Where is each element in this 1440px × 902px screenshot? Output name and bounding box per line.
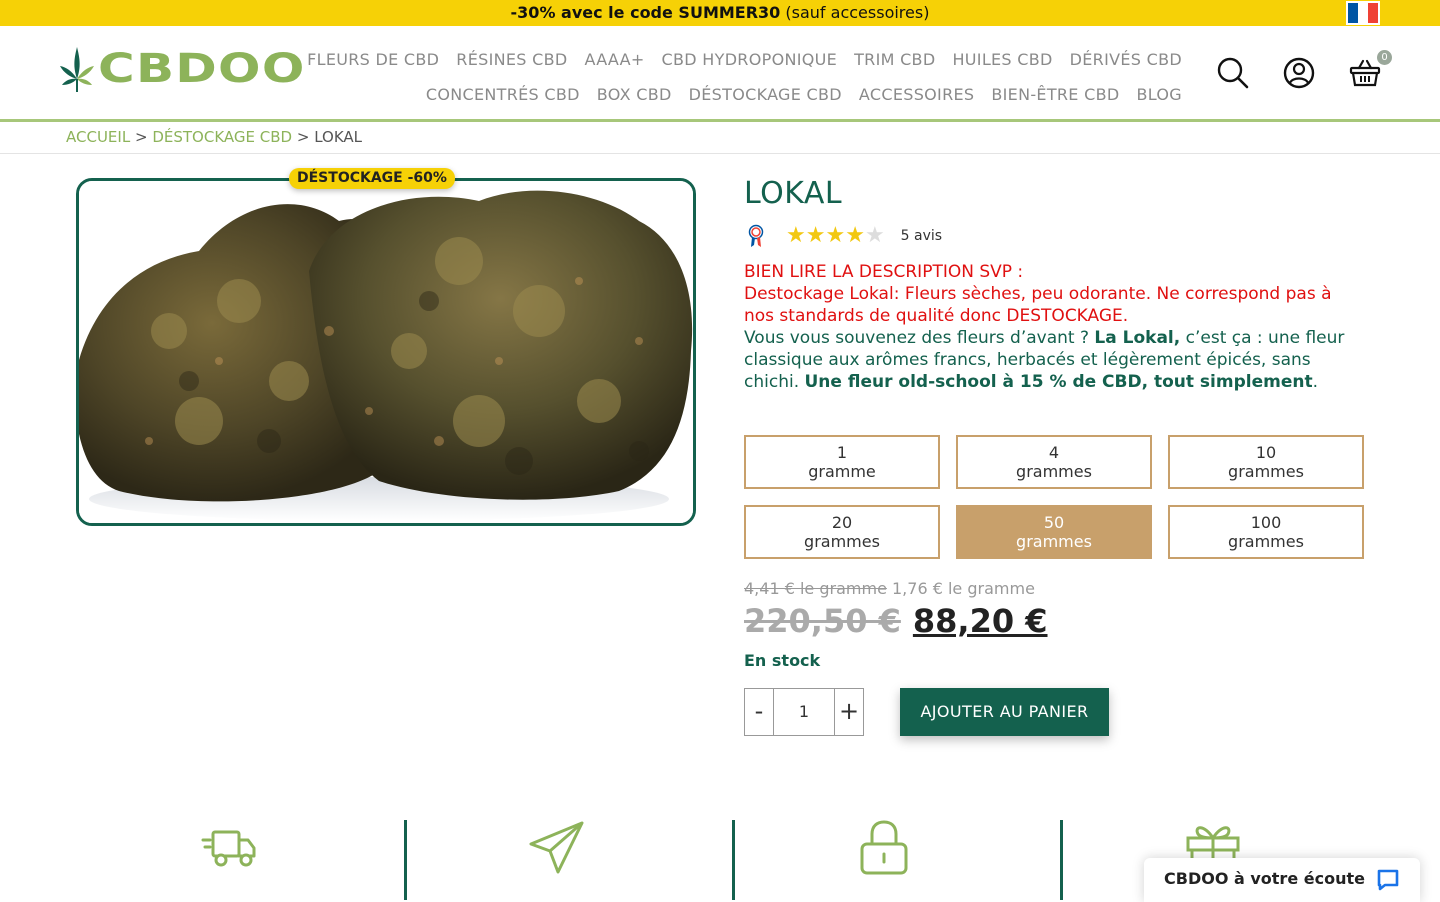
variant-quantity: 1 [836,443,848,462]
rating-row: ★ ★ ★ ★ ★ 5 avis [748,224,942,248]
feature-shipping [406,820,706,900]
site-logo[interactable]: CBDOO [60,44,304,94]
quantity-increase-button[interactable]: + [834,688,864,736]
nav-item-bien-être-cbd[interactable]: BIEN-ÊTRE CBD [991,85,1119,104]
logo-text: CBDOO [98,46,306,92]
nav-item-résines-cbd[interactable]: RÉSINES CBD [456,50,567,69]
variant-quantity: 100 [1250,513,1282,532]
cart-count-badge: 0 [1377,50,1392,65]
destockage-badge: DÉSTOCKAGE -60% [289,168,455,189]
chat-bubble-icon [1377,869,1399,891]
nav-item-trim-cbd[interactable]: TRIM CBD [854,50,935,69]
product-image[interactable] [76,178,696,526]
quantity-input[interactable]: 1 [774,688,834,736]
breadcrumb-separator: > [134,128,148,146]
nav-item-cbd-hydroponique[interactable]: CBD HYDROPONIQUE [662,50,838,69]
variant-quantity: 10 [1255,443,1277,462]
variant-unit: grammes [1228,462,1304,481]
variant-quantity: 4 [1048,443,1060,462]
paper-plane-icon [529,821,584,874]
cannabis-leaf-icon [60,47,94,92]
chat-label: CBDOO à votre écoute [1164,869,1365,888]
price-row: 220,50 € 88,20 € [744,602,1048,640]
french-rosette-icon [748,224,764,247]
chat-widget[interactable]: CBDOO à votre écoute [1144,858,1420,902]
variant-unit: grammes [1016,532,1092,551]
nav-item-concentrés-cbd[interactable]: CONCENTRÉS CBD [426,85,580,104]
variant-option[interactable]: 4 grammes [956,435,1152,489]
description-warning-title: BIEN LIRE LA DESCRIPTION SVP : [744,262,1024,282]
cbd-flower-image [79,181,693,523]
description-bold-2: Une fleur old-school à 15 % de CBD, tout… [804,372,1313,392]
variant-option[interactable]: 10 grammes [1168,435,1364,489]
variant-unit: grammes [1228,532,1304,551]
quantity-decrease-button[interactable]: - [744,688,774,736]
nav-item-box-cbd[interactable]: BOX CBD [597,85,672,104]
reviews-count[interactable]: 5 avis [901,228,942,244]
feature-secure [734,820,1034,900]
star-filled-icon: ★ [825,223,846,248]
product-title: LOKAL [744,176,843,211]
description-bold-1: La Lokal, [1094,328,1181,348]
variant-option[interactable]: 1 gramme [744,435,940,489]
breadcrumb-separator: > [296,128,310,146]
variant-option[interactable]: 20 grammes [744,505,940,559]
user-icon[interactable] [1282,56,1316,90]
description-warning-text: Destockage Lokal: Fleurs sèches, peu odo… [744,284,1332,326]
truck-icon [201,830,256,867]
nav-row-1: FLEURS DE CBD RÉSINES CBD AAAA+ CBD HYDROPO… [302,42,1182,77]
variant-unit: grammes [1016,462,1092,481]
breadcrumb-home[interactable]: ACCUEIL [66,128,130,146]
variant-quantity: 50 [1043,513,1065,532]
star-filled-icon: ★ [805,223,826,248]
promo-bar: -30% avec le code SUMMER30 (sauf accesso… [0,0,1440,26]
star-filled-icon: ★ [786,223,806,248]
current-price: 88,20 € [912,602,1048,640]
lock-icon [860,820,908,875]
promo-code-text: -30% avec le code SUMMER30 [510,3,781,22]
variant-unit: gramme [808,462,876,481]
breadcrumb-category[interactable]: DÉSTOCKAGE CBD [152,128,292,146]
promo-suffix: (sauf accessoires) [785,3,930,22]
variant-unit: grammes [804,532,880,551]
nav-row-2: CONCENTRÉS CBD BOX CBD DÉSTOCKAGE CBD ACCES… [302,77,1182,112]
breadcrumb-divider [0,153,1440,154]
old-price: 220,50 € [744,602,901,640]
description-text: Vous vous souvenez des fleurs d’avant ? … [744,327,1364,393]
quantity-stepper: - 1 + [744,688,864,736]
description-part-3: . [1312,372,1318,392]
header-actions: 0 [1216,50,1392,90]
unit-price: 4,41 € le gramme 1,76 € le gramme [744,579,1035,598]
nav-item-fleurs-de-cbd[interactable]: FLEURS DE CBD [307,50,439,69]
description-part-1: Vous vous souvenez des fleurs d’avant ? [744,328,1095,348]
add-to-cart-button[interactable]: AJOUTER AU PANIER [900,688,1109,736]
unit-price-old: 4,41 € le gramme [744,579,887,598]
variant-quantity: 20 [831,513,853,532]
star-filled-icon: ★ [845,223,865,248]
breadcrumb-current: LOKAL [314,128,363,146]
stock-status: En stock [744,651,821,670]
language-flag-fr[interactable] [1346,1,1380,25]
star-rating[interactable]: ★ ★ ★ ★ ★ [786,224,885,248]
nav-item-aaaa+[interactable]: AAAA+ [585,50,645,69]
search-icon[interactable] [1216,56,1250,90]
breadcrumb: ACCUEIL > DÉSTOCKAGE CBD > LOKAL [66,128,362,146]
star-empty-icon: ★ [864,223,885,248]
nav-item-accessoires[interactable]: ACCESSOIRES [859,85,974,104]
weight-variants: 1 gramme 4 grammes 10 grammes 20 grammes 50 gramm… [744,435,1364,559]
product-description: BIEN LIRE LA DESCRIPTION SVP : Destockag… [744,261,1364,393]
variant-option[interactable]: 50 grammes [956,505,1152,559]
main-nav: FLEURS DE CBD RÉSINES CBD AAAA+ CBD HYDROPO… [302,42,1182,112]
site-header: CBDOO FLEURS DE CBD RÉSINES CBD AAAA+ CBD H… [0,26,1440,122]
basket-icon[interactable]: 0 [1348,50,1392,90]
feature-delivery [76,820,376,900]
nav-item-dérivés-cbd[interactable]: DÉRIVÉS CBD [1070,50,1182,69]
nav-item-déstockage-cbd[interactable]: DÉSTOCKAGE CBD [689,85,842,104]
variant-option[interactable]: 100 grammes [1168,505,1364,559]
nav-item-blog[interactable]: BLOG [1136,85,1182,104]
nav-item-huiles-cbd[interactable]: HUILES CBD [952,50,1052,69]
unit-price-new: 1,76 € le gramme [892,579,1035,598]
